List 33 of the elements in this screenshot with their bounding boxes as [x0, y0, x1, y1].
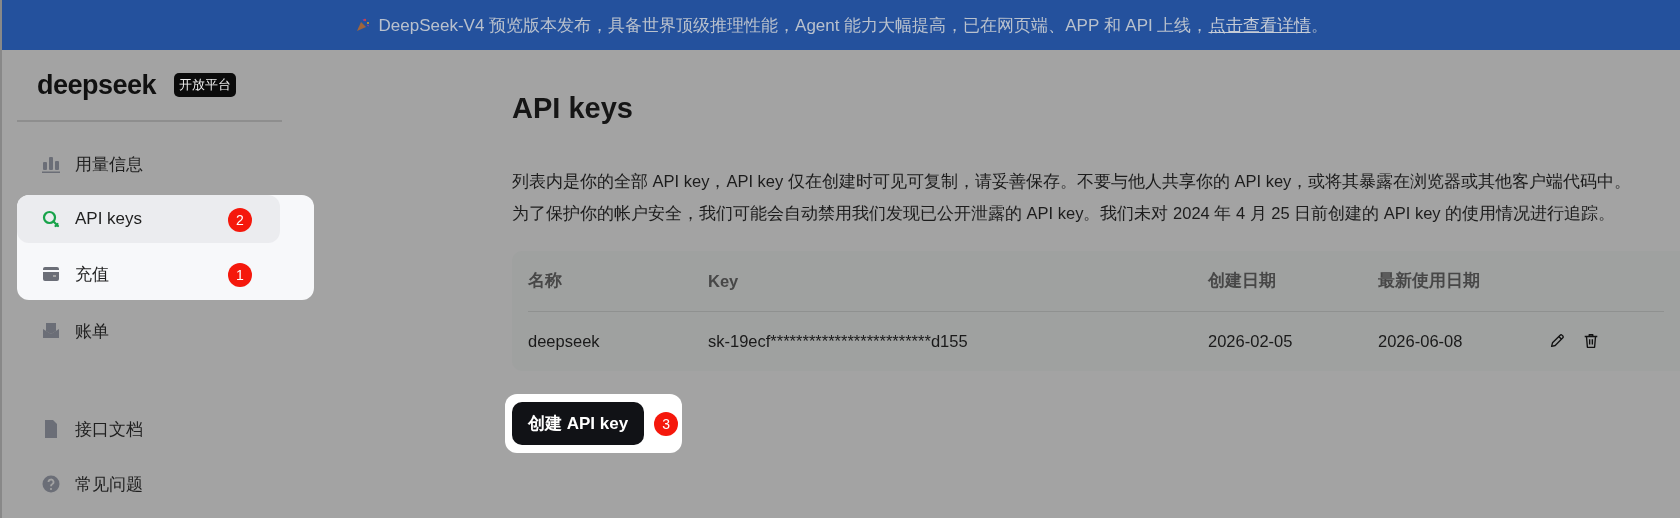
chart-icon — [41, 154, 61, 174]
sidebar-item[interactable]: 常见问题 — [17, 460, 280, 508]
sidebar-item[interactable]: 接口文档 — [17, 405, 280, 453]
announcement-text: DeepSeek-V4 预览版本发布，具备世界顶级推理性能，Agent 能力大幅提高，已在网页端、APP 和 API 上线，点击查看详情。 — [378, 14, 1328, 37]
table-cell-text: 2026-06-08 — [1378, 331, 1464, 351]
delete-icon[interactable] — [1582, 332, 1600, 350]
create-api-key-button[interactable]: 创建 API key — [512, 402, 645, 445]
description-text: 为了保护你的帐户安全，我们可能会自动禁用我们发现已公开泄露的 API key。我们未对 2024 年 4 月 25 日前创建的 API key 的使用情况进行追踪。 — [512, 203, 1617, 224]
logo-wordmark: deepseek — [37, 69, 157, 101]
question-icon — [41, 474, 61, 494]
edit-icon[interactable] — [1548, 332, 1566, 350]
card-icon — [41, 264, 61, 284]
column-header: 创建日期 — [1208, 270, 1277, 291]
step-badge: 2 — [228, 208, 252, 232]
sidebar-item[interactable]: 用量信息 — [17, 140, 280, 188]
column-header: Key — [708, 271, 740, 291]
inbox-icon — [41, 321, 61, 341]
sidebar-item[interactable]: 账单 — [17, 307, 280, 355]
sidebar-item[interactable]: API keys 2 — [17, 195, 280, 243]
search-key-icon — [41, 209, 61, 229]
table-cell-text: 2026-02-05 — [1208, 331, 1294, 351]
details-link[interactable]: 点击查看详情 — [1208, 15, 1311, 35]
party-popper-icon — [354, 17, 371, 33]
platform-badge: 开放平台 — [174, 73, 237, 97]
table-cell-text: sk-19ecf*************************d155 — [708, 331, 969, 351]
description-text: 列表内是你的全部 API key，API key 仅在创建时可见可复制，请妥善保存。不要与他人共享你的 API key，或将其暴露在浏览器或其他客户端代码中。 — [512, 171, 1633, 192]
page-title: API keys — [512, 92, 634, 125]
table-cell-text: deepseek — [528, 331, 601, 351]
step-badge: 1 — [228, 263, 252, 287]
column-header: 名称 — [528, 270, 563, 291]
column-header: 最新使用日期 — [1378, 270, 1481, 291]
sidebar-item[interactable]: 充值 1 — [17, 250, 280, 298]
step-badge: 3 — [654, 412, 679, 436]
